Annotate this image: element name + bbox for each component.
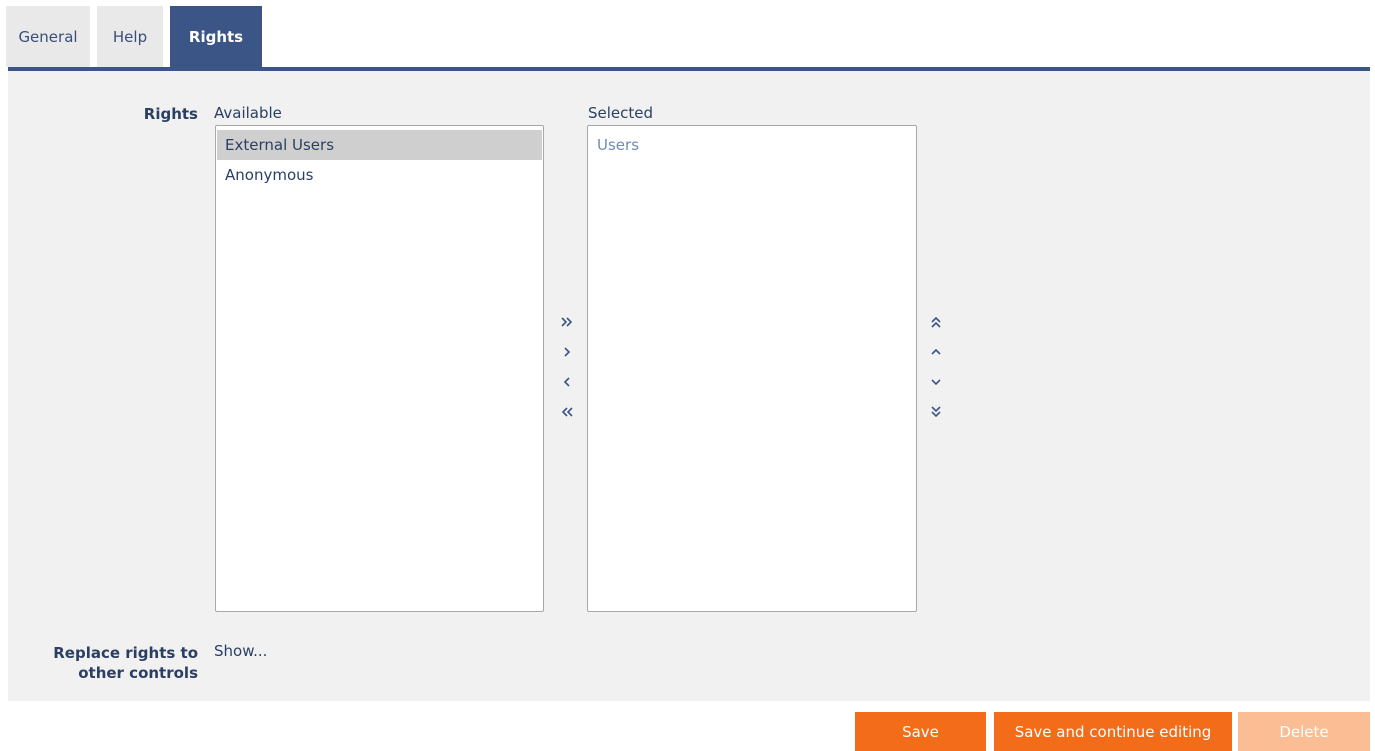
- double-chevron-right-icon: [561, 317, 573, 327]
- rights-label: Rights: [143, 105, 198, 123]
- tab-bar: General Help Rights: [6, 6, 269, 67]
- selected-caption: Selected: [588, 104, 654, 122]
- move-all-right-button[interactable]: [556, 307, 578, 337]
- move-up-button[interactable]: [925, 337, 947, 367]
- tab-help[interactable]: Help: [97, 6, 163, 67]
- move-left-button[interactable]: [556, 367, 578, 397]
- available-caption: Available: [214, 104, 282, 122]
- chevron-up-icon: [931, 348, 941, 355]
- available-list[interactable]: External Users Anonymous: [215, 125, 544, 612]
- move-bottom-button[interactable]: [925, 397, 947, 427]
- chevron-right-icon: [564, 347, 571, 357]
- move-all-left-button[interactable]: [556, 397, 578, 427]
- save-and-continue-button[interactable]: Save and continue editing: [994, 712, 1232, 751]
- list-item[interactable]: Anonymous: [217, 160, 542, 190]
- double-chevron-left-icon: [561, 407, 573, 417]
- replace-rights-label-line2: other controls: [78, 664, 198, 682]
- rights-panel: Rights Available Selected External Users…: [8, 71, 1370, 701]
- chevron-down-icon: [931, 379, 941, 386]
- replace-rights-label: Replace rights to other controls: [53, 643, 198, 683]
- double-chevron-down-icon: [931, 406, 941, 418]
- save-button[interactable]: Save: [855, 712, 986, 751]
- list-item[interactable]: Users: [589, 130, 915, 160]
- chevron-left-icon: [563, 377, 570, 387]
- double-chevron-up-icon: [931, 316, 941, 328]
- order-controls: [925, 307, 947, 427]
- tab-general[interactable]: General: [6, 6, 90, 67]
- replace-rights-label-line1: Replace rights to: [53, 644, 198, 662]
- list-item[interactable]: External Users: [217, 130, 542, 160]
- tab-rights[interactable]: Rights: [170, 6, 262, 67]
- show-link[interactable]: Show...: [214, 642, 267, 660]
- move-top-button[interactable]: [925, 307, 947, 337]
- transfer-controls: [556, 307, 578, 427]
- delete-button[interactable]: Delete: [1238, 712, 1370, 751]
- move-right-button[interactable]: [556, 337, 578, 367]
- selected-list[interactable]: Users: [587, 125, 917, 612]
- move-down-button[interactable]: [925, 367, 947, 397]
